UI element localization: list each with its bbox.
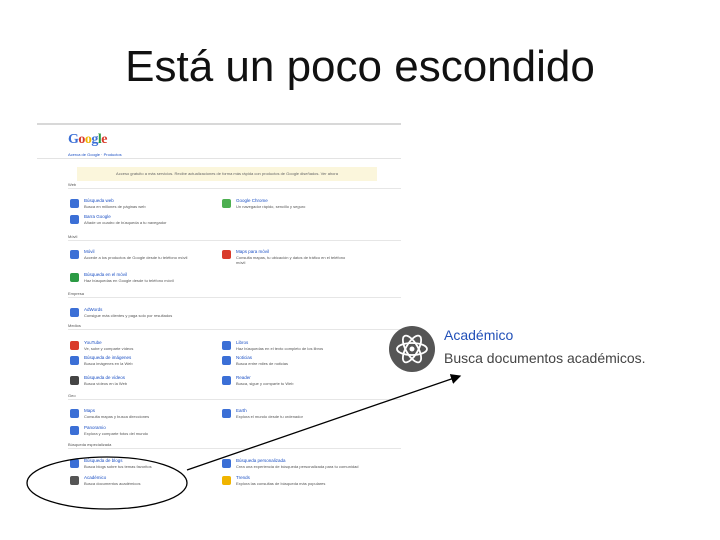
annotation-arrow (186, 374, 462, 471)
highlight-ellipse (26, 456, 188, 510)
annotation-overlay (26, 374, 462, 510)
